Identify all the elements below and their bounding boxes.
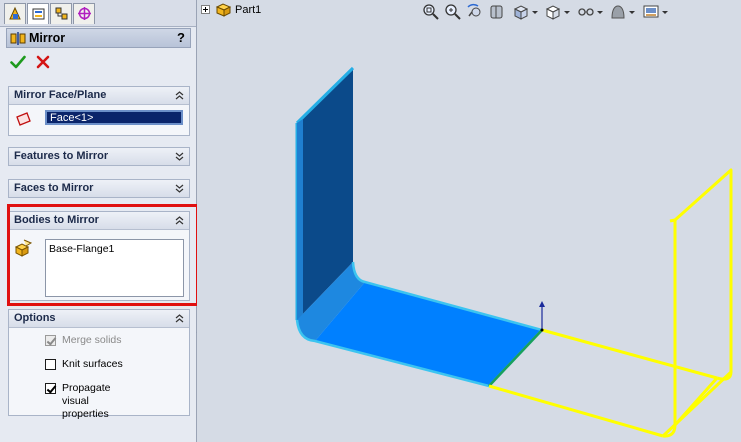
faces-to-mirror-header[interactable]: Faces to Mirror	[9, 180, 189, 197]
group-label: Options	[14, 312, 56, 324]
group-label: Faces to Mirror	[14, 182, 94, 194]
knit-surfaces-checkbox[interactable]	[45, 359, 56, 370]
group-label: Mirror Face/Plane	[14, 89, 107, 101]
options-header[interactable]: Options	[9, 310, 189, 328]
option-label: Propagate visual properties	[62, 382, 111, 420]
option-label: Merge solids	[62, 334, 122, 346]
expand-icon	[175, 184, 184, 193]
ok-button[interactable]	[10, 55, 26, 72]
faces-to-mirror-group[interactable]: Faces to Mirror	[8, 179, 190, 198]
property-manager-panel: Mirror ? Mirror Face/Plane Face<1> Featu…	[0, 0, 199, 442]
features-to-mirror-header[interactable]: Features to Mirror	[9, 148, 189, 165]
mirror-icon	[10, 31, 26, 49]
merge-solids-checkbox[interactable]	[45, 335, 56, 346]
group-label: Features to Mirror	[14, 150, 109, 162]
options-group: Options Merge solids Knit surfaces Propa…	[8, 309, 190, 420]
cancel-button[interactable]	[36, 55, 50, 72]
plane-face-icon	[15, 111, 33, 130]
checkmark-icon	[10, 55, 26, 69]
dimxpert-manager-icon	[78, 7, 91, 20]
close-icon	[36, 55, 50, 69]
feature-manager-icon	[9, 6, 21, 20]
manager-tabs	[0, 0, 196, 27]
page-title: Mirror	[29, 31, 66, 45]
property-manager-title-bar: Mirror ?	[6, 28, 191, 48]
expand-icon	[175, 152, 184, 161]
features-to-mirror-group[interactable]: Features to Mirror	[8, 147, 190, 166]
option-label: Knit surfaces	[62, 358, 123, 370]
tab-dimxpert-manager[interactable]	[73, 3, 95, 24]
coordinate-triad	[539, 301, 545, 332]
collapse-icon	[175, 314, 184, 323]
collapse-icon	[175, 91, 184, 100]
mirrored-body-preview	[488, 168, 733, 438]
propagate-visual-properties-checkbox[interactable]	[45, 383, 56, 394]
tab-feature-manager[interactable]	[4, 3, 26, 24]
configuration-manager-icon	[55, 7, 68, 20]
tab-property-manager[interactable]	[27, 3, 49, 24]
property-manager-icon	[32, 8, 45, 20]
graphics-area[interactable]: Part1	[197, 0, 741, 442]
model-view	[295, 66, 733, 438]
mirror-face-selection-field[interactable]: Face<1>	[45, 110, 183, 125]
highlight-annotation	[7, 204, 199, 306]
flange-front-strip	[297, 119, 303, 320]
help-button[interactable]: ?	[177, 30, 185, 45]
mirror-face-plane-header[interactable]: Mirror Face/Plane	[9, 87, 189, 105]
tab-configuration-manager[interactable]	[50, 3, 72, 24]
mirror-face-plane-group: Mirror Face/Plane Face<1>	[8, 86, 190, 136]
